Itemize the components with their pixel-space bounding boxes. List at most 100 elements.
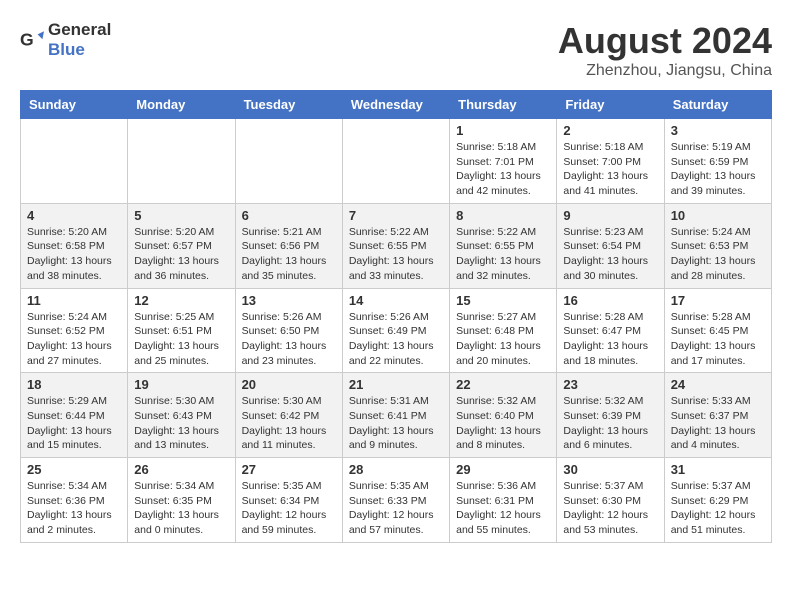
calendar-cell: 5 Sunrise: 5:20 AM Sunset: 6:57 PM Daylig…	[128, 203, 235, 288]
day-info: Sunrise: 5:21 AM Sunset: 6:56 PM Dayligh…	[242, 225, 336, 284]
day-info: Sunrise: 5:18 AM Sunset: 7:00 PM Dayligh…	[563, 140, 657, 199]
day-info: Sunrise: 5:19 AM Sunset: 6:59 PM Dayligh…	[671, 140, 765, 199]
day-info: Sunrise: 5:29 AM Sunset: 6:44 PM Dayligh…	[27, 394, 121, 453]
calendar-week-row: 11 Sunrise: 5:24 AM Sunset: 6:52 PM Dayli…	[21, 288, 772, 373]
day-info: Sunrise: 5:22 AM Sunset: 6:55 PM Dayligh…	[349, 225, 443, 284]
calendar-cell: 1Sunrise: 5:18 AM Sunset: 7:01 PM Daylig…	[450, 119, 557, 204]
calendar-cell: 15Sunrise: 5:27 AM Sunset: 6:48 PM Dayli…	[450, 288, 557, 373]
day-number: 21	[349, 377, 443, 392]
page-header: G General Blue August 2024 Zhenzhou, Jia…	[20, 20, 772, 80]
day-number: 16	[563, 293, 657, 308]
calendar-cell: 12 Sunrise: 5:25 AM Sunset: 6:51 PM Dayli…	[128, 288, 235, 373]
calendar-cell: 29 Sunrise: 5:36 AM Sunset: 6:31 PM Dayli…	[450, 458, 557, 543]
day-info: Sunrise: 5:30 AM Sunset: 6:42 PM Dayligh…	[242, 394, 336, 453]
calendar-week-row: 4Sunrise: 5:20 AM Sunset: 6:58 PM Daylig…	[21, 203, 772, 288]
day-info: Sunrise: 5:28 AM Sunset: 6:47 PM Dayligh…	[563, 310, 657, 369]
logo-blue-text: Blue	[48, 40, 85, 59]
calendar-cell: 21 Sunrise: 5:31 AM Sunset: 6:41 PM Dayli…	[342, 373, 449, 458]
calendar-cell: 4Sunrise: 5:20 AM Sunset: 6:58 PM Daylig…	[21, 203, 128, 288]
day-number: 7	[349, 208, 443, 223]
svg-text:G: G	[20, 30, 34, 50]
day-number: 15	[456, 293, 550, 308]
day-number: 31	[671, 462, 765, 477]
day-number: 2	[563, 123, 657, 138]
calendar-cell: 24 Sunrise: 5:33 AM Sunset: 6:37 PM Dayli…	[664, 373, 771, 458]
day-number: 5	[134, 208, 228, 223]
calendar-cell: 20 Sunrise: 5:30 AM Sunset: 6:42 PM Dayli…	[235, 373, 342, 458]
calendar-cell: 22 Sunrise: 5:32 AM Sunset: 6:40 PM Dayli…	[450, 373, 557, 458]
weekday-header-friday: Friday	[557, 91, 664, 119]
day-number: 23	[563, 377, 657, 392]
day-info: Sunrise: 5:31 AM Sunset: 6:41 PM Dayligh…	[349, 394, 443, 453]
logo: G General Blue	[20, 20, 111, 60]
calendar-cell: 30 Sunrise: 5:37 AM Sunset: 6:30 PM Dayli…	[557, 458, 664, 543]
calendar-week-row: 18 Sunrise: 5:29 AM Sunset: 6:44 PM Dayli…	[21, 373, 772, 458]
day-number: 10	[671, 208, 765, 223]
day-info: Sunrise: 5:24 AM Sunset: 6:53 PM Dayligh…	[671, 225, 765, 284]
day-info: Sunrise: 5:28 AM Sunset: 6:45 PM Dayligh…	[671, 310, 765, 369]
calendar-cell: 14Sunrise: 5:26 AM Sunset: 6:49 PM Dayli…	[342, 288, 449, 373]
logo-general-text: General	[48, 20, 111, 39]
day-number: 25	[27, 462, 121, 477]
calendar-cell: 25 Sunrise: 5:34 AM Sunset: 6:36 PM Dayli…	[21, 458, 128, 543]
day-info: Sunrise: 5:32 AM Sunset: 6:40 PM Dayligh…	[456, 394, 550, 453]
day-number: 6	[242, 208, 336, 223]
day-number: 20	[242, 377, 336, 392]
day-number: 22	[456, 377, 550, 392]
day-info: Sunrise: 5:25 AM Sunset: 6:51 PM Dayligh…	[134, 310, 228, 369]
day-number: 24	[671, 377, 765, 392]
day-info: Sunrise: 5:35 AM Sunset: 6:34 PM Dayligh…	[242, 479, 336, 538]
day-info: Sunrise: 5:35 AM Sunset: 6:33 PM Dayligh…	[349, 479, 443, 538]
day-number: 12	[134, 293, 228, 308]
weekday-header-saturday: Saturday	[664, 91, 771, 119]
day-info: Sunrise: 5:23 AM Sunset: 6:54 PM Dayligh…	[563, 225, 657, 284]
calendar-table: SundayMondayTuesdayWednesdayThursdayFrid…	[20, 90, 772, 543]
day-info: Sunrise: 5:33 AM Sunset: 6:37 PM Dayligh…	[671, 394, 765, 453]
calendar-cell: 31 Sunrise: 5:37 AM Sunset: 6:29 PM Dayli…	[664, 458, 771, 543]
day-info: Sunrise: 5:20 AM Sunset: 6:57 PM Dayligh…	[134, 225, 228, 284]
calendar-cell: 2 Sunrise: 5:18 AM Sunset: 7:00 PM Daylig…	[557, 119, 664, 204]
calendar-cell	[342, 119, 449, 204]
day-info: Sunrise: 5:32 AM Sunset: 6:39 PM Dayligh…	[563, 394, 657, 453]
day-info: Sunrise: 5:37 AM Sunset: 6:29 PM Dayligh…	[671, 479, 765, 538]
day-info: Sunrise: 5:34 AM Sunset: 6:36 PM Dayligh…	[27, 479, 121, 538]
calendar-cell: 10 Sunrise: 5:24 AM Sunset: 6:53 PM Dayli…	[664, 203, 771, 288]
day-info: Sunrise: 5:37 AM Sunset: 6:30 PM Dayligh…	[563, 479, 657, 538]
calendar-subtitle: Zhenzhou, Jiangsu, China	[558, 62, 772, 80]
calendar-cell: 19 Sunrise: 5:30 AM Sunset: 6:43 PM Dayli…	[128, 373, 235, 458]
calendar-cell: 16 Sunrise: 5:28 AM Sunset: 6:47 PM Dayli…	[557, 288, 664, 373]
logo-icon: G	[20, 28, 44, 52]
day-number: 18	[27, 377, 121, 392]
day-number: 3	[671, 123, 765, 138]
day-number: 29	[456, 462, 550, 477]
day-number: 9	[563, 208, 657, 223]
calendar-cell: 6 Sunrise: 5:21 AM Sunset: 6:56 PM Daylig…	[235, 203, 342, 288]
day-number: 11	[27, 293, 121, 308]
weekday-header-monday: Monday	[128, 91, 235, 119]
weekday-header-sunday: Sunday	[21, 91, 128, 119]
day-info: Sunrise: 5:26 AM Sunset: 6:49 PM Dayligh…	[349, 310, 443, 369]
calendar-cell: 26Sunrise: 5:34 AM Sunset: 6:35 PM Dayli…	[128, 458, 235, 543]
day-number: 8	[456, 208, 550, 223]
day-number: 19	[134, 377, 228, 392]
title-section: August 2024 Zhenzhou, Jiangsu, China	[558, 20, 772, 80]
day-number: 4	[27, 208, 121, 223]
calendar-cell: 7 Sunrise: 5:22 AM Sunset: 6:55 PM Daylig…	[342, 203, 449, 288]
calendar-cell: 8 Sunrise: 5:22 AM Sunset: 6:55 PM Daylig…	[450, 203, 557, 288]
day-info: Sunrise: 5:30 AM Sunset: 6:43 PM Dayligh…	[134, 394, 228, 453]
calendar-cell: 28Sunrise: 5:35 AM Sunset: 6:33 PM Dayli…	[342, 458, 449, 543]
day-info: Sunrise: 5:24 AM Sunset: 6:52 PM Dayligh…	[27, 310, 121, 369]
day-number: 13	[242, 293, 336, 308]
day-number: 26	[134, 462, 228, 477]
day-info: Sunrise: 5:22 AM Sunset: 6:55 PM Dayligh…	[456, 225, 550, 284]
day-number: 17	[671, 293, 765, 308]
day-info: Sunrise: 5:36 AM Sunset: 6:31 PM Dayligh…	[456, 479, 550, 538]
calendar-cell: 18 Sunrise: 5:29 AM Sunset: 6:44 PM Dayli…	[21, 373, 128, 458]
day-info: Sunrise: 5:26 AM Sunset: 6:50 PM Dayligh…	[242, 310, 336, 369]
calendar-cell: 23 Sunrise: 5:32 AM Sunset: 6:39 PM Dayli…	[557, 373, 664, 458]
calendar-cell	[21, 119, 128, 204]
day-number: 30	[563, 462, 657, 477]
day-number: 1	[456, 123, 550, 138]
weekday-header-thursday: Thursday	[450, 91, 557, 119]
calendar-cell: 17 Sunrise: 5:28 AM Sunset: 6:45 PM Dayli…	[664, 288, 771, 373]
